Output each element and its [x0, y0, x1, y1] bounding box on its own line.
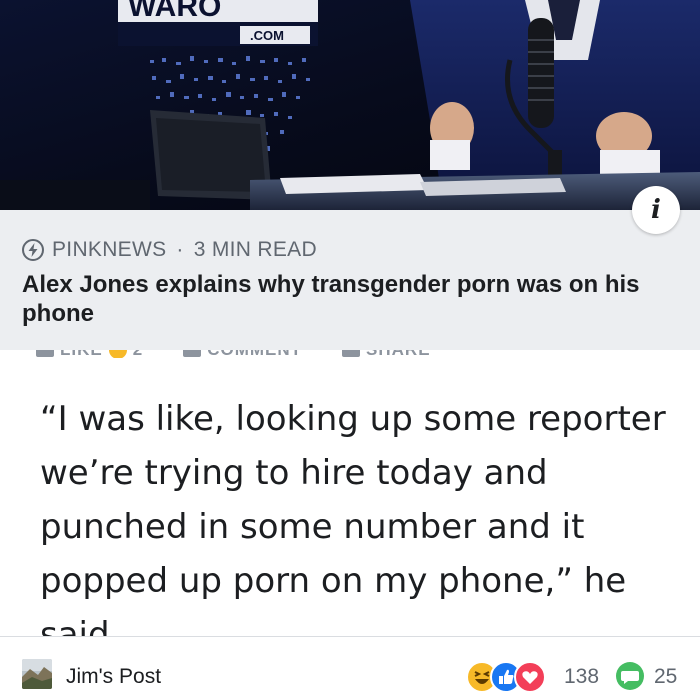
haha-icon — [108, 350, 127, 358]
article-quote: “I was like, looking up some reporter we… — [40, 399, 666, 655]
link-headline[interactable]: Alex Jones explains why transgender porn… — [22, 270, 672, 328]
share-label[interactable]: SHARE — [366, 350, 431, 358]
instant-article-bolt-icon — [22, 239, 44, 261]
post-footer: Jim's Post 138 25 — [0, 636, 700, 700]
comment-icon[interactable] — [183, 350, 202, 357]
info-icon[interactable]: i — [632, 186, 680, 234]
banner-suffix: .COM — [250, 28, 284, 43]
article-hero-image[interactable]: WARO .COM — [0, 0, 700, 210]
share-icon[interactable] — [342, 350, 361, 357]
studio-broadcast-image: WARO .COM — [0, 0, 700, 210]
meta-separator: · — [176, 238, 184, 261]
post-title[interactable]: Jim's Post — [66, 665, 161, 689]
comment-count[interactable]: 25 — [654, 665, 677, 689]
like-label[interactable]: LIKE — [60, 350, 103, 358]
landscape-avatar-image — [22, 659, 52, 689]
reaction-icons[interactable] — [466, 661, 546, 693]
clipped-action-strip: LIKE 2 COMMENT SHARE — [0, 350, 700, 358]
read-time: 3 MIN READ — [193, 238, 317, 261]
link-source: PINKNEWS — [52, 238, 167, 261]
comment-bubble-icon[interactable] — [614, 661, 646, 693]
like-icon[interactable] — [36, 350, 54, 357]
strip-reaction-count: 2 — [133, 350, 143, 358]
love-icon — [514, 661, 546, 693]
link-preview-card[interactable]: i PINKNEWS · 3 MIN READ Alex Jones expla… — [0, 186, 700, 350]
reaction-count[interactable]: 138 — [564, 665, 599, 689]
comment-label[interactable]: COMMENT — [207, 350, 302, 358]
avatar[interactable] — [22, 659, 52, 689]
link-source-row: PINKNEWS · 3 MIN READ — [22, 238, 317, 262]
banner-partial-text: WARO — [128, 0, 221, 23]
